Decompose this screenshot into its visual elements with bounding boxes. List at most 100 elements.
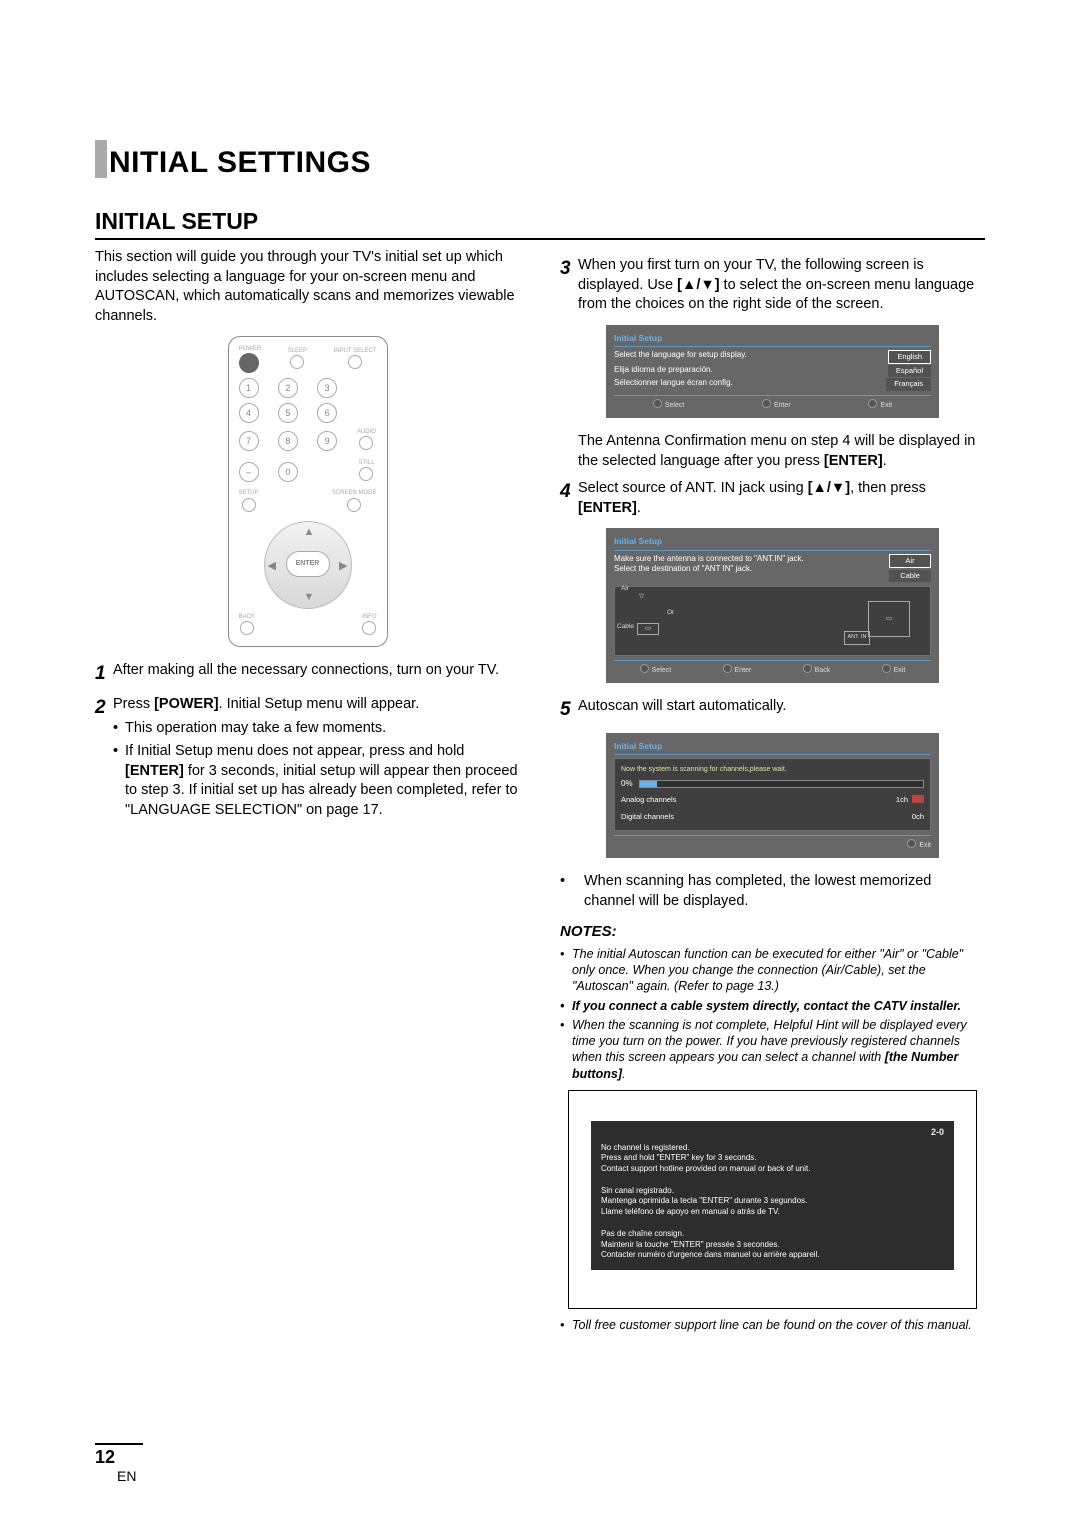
remote-setup-label: SETUP xyxy=(239,489,259,497)
osd-lang-es-label: Elija idioma de preparación. xyxy=(614,365,713,377)
cablebox-icon: ▭ xyxy=(637,623,659,635)
note-2: If you connect a cable system directly, … xyxy=(560,998,985,1014)
remote-key-4: 4 xyxy=(239,403,259,423)
antin-jack: ANT. IN xyxy=(844,631,870,645)
remote-dpad: ▲ ▼ ◀ ▶ ENTER xyxy=(264,521,352,609)
arrow-right-icon: ▶ xyxy=(339,559,347,574)
remote-key-8: 8 xyxy=(278,431,298,451)
hint-es-line2: Mantenga oprimida la tecla "ENTER" duran… xyxy=(601,1196,944,1206)
osd-footer-exit: Exit xyxy=(882,664,906,675)
antenna-icon: ▽ xyxy=(639,593,644,602)
remote-audio-label: AUDIO xyxy=(356,428,376,436)
step-2-body: Press [POWER]. Initial Setup menu will a… xyxy=(113,695,520,824)
remote-back-label: BACK xyxy=(239,613,255,621)
step-3-body: When you first turn on your TV, the foll… xyxy=(578,256,985,315)
hint-en-line2: Press and hold "ENTER" key for 3 seconds… xyxy=(601,1153,944,1163)
osd-footer-enter: Enter xyxy=(723,664,752,675)
osd-ant-air-option: Air xyxy=(889,554,931,568)
osd-scan-pct: 0% xyxy=(621,779,633,790)
title-accent-bar xyxy=(95,140,107,178)
step-5: 5 Autoscan will start automatically. xyxy=(560,697,985,723)
osd-scan-analog-value: 1ch xyxy=(896,795,908,804)
page-number: 12 EN xyxy=(95,1443,143,1484)
notes-heading: NOTES: xyxy=(560,922,985,942)
osd-scan-digital-label: Digital channels xyxy=(621,812,674,822)
osd-lang-fr-option: Français xyxy=(886,378,931,390)
osd-footer-exit: Exit xyxy=(868,399,892,410)
step-4: 4 Select source of ANT. IN jack using [▲… xyxy=(560,479,985,518)
helpful-hint-screenshot: 2-0 No channel is registered. Press and … xyxy=(568,1090,977,1310)
remote-still-label: STILL xyxy=(356,459,376,467)
osd-lang-fr-label: Sélectionner langue écran config. xyxy=(614,378,733,390)
intro-text: This section will guide you through your… xyxy=(95,248,520,326)
left-column: This section will guide you through your… xyxy=(95,248,520,1337)
osd-footer-exit: Exit xyxy=(907,839,931,850)
remote-screenmode-label: SCREEN MODE xyxy=(332,489,377,497)
osd-ant-cable-option: Cable xyxy=(889,570,931,582)
osd-antenna-screenshot: Initial Setup Make sure the antenna is c… xyxy=(606,528,939,683)
hint-en-line1: No channel is registered. xyxy=(601,1143,944,1153)
remote-screenmode-button xyxy=(347,498,361,512)
remote-power-label: POWER xyxy=(239,345,262,353)
remote-key-5: 5 xyxy=(278,403,298,423)
remote-key-3: 3 xyxy=(317,378,337,398)
hint-es-line3: Llame teléfono de apoyo en manual o atrá… xyxy=(601,1207,944,1217)
remote-info-label: INFO xyxy=(362,613,376,621)
remote-input-label: INPUT SELECT xyxy=(334,347,377,355)
step-4-body: Select source of ANT. IN jack using [▲/▼… xyxy=(578,479,985,518)
remote-setup-button xyxy=(242,498,256,512)
remote-audio-button xyxy=(359,436,373,450)
hint-fr-line2: Maintenir la touche "ENTER" pressée 3 se… xyxy=(601,1240,944,1250)
step-number: 1 xyxy=(95,661,113,687)
step-3: 3 When you first turn on your TV, the fo… xyxy=(560,256,985,315)
remote-key-0: 0 xyxy=(278,462,298,482)
remote-key-9: 9 xyxy=(317,431,337,451)
step-number: 3 xyxy=(560,256,578,315)
osd-title: Initial Setup xyxy=(614,333,931,347)
step-number: 4 xyxy=(560,479,578,518)
arrow-left-icon: ◀ xyxy=(268,559,276,574)
step-5-bullet: When scanning has completed, the lowest … xyxy=(560,872,985,911)
remote-key-6: 6 xyxy=(317,403,337,423)
step-2-bullet-2: If Initial Setup menu does not appear, p… xyxy=(113,742,520,820)
osd-lang-en-label: Select the language for setup display. xyxy=(614,350,747,364)
remote-power-button xyxy=(239,353,259,373)
osd-lang-en-option: English xyxy=(888,350,931,364)
remote-key-1: 1 xyxy=(239,378,259,398)
chapter-title: NITIAL SETTINGS xyxy=(95,140,985,180)
osd-lang-es-option: Español xyxy=(888,365,931,377)
right-column: 3 When you first turn on your TV, the fo… xyxy=(560,248,985,1337)
hint-fr-line3: Contacter numéro d'urgence dans manuel o… xyxy=(601,1250,944,1260)
step-3-after: The Antenna Confirmation menu on step 4 … xyxy=(560,432,985,471)
step-number: 2 xyxy=(95,695,113,824)
osd-scan-digital-value: 0ch xyxy=(912,812,924,822)
hint-en-line3: Contact support hotline provided on manu… xyxy=(601,1164,944,1174)
hint-es-line1: Sin canal registrado. xyxy=(601,1186,944,1196)
remote-still-button xyxy=(359,467,373,481)
osd-scan-bar xyxy=(639,780,924,788)
remote-info-button xyxy=(362,621,376,635)
note-4: Toll free customer support line can be f… xyxy=(560,1317,985,1333)
step-5-body: Autoscan will start automatically. xyxy=(578,697,985,723)
remote-sleep-label: SLEEP xyxy=(288,347,307,355)
osd-footer-select: Select xyxy=(640,664,671,675)
step-1-text: After making all the necessary connectio… xyxy=(113,661,520,687)
remote-sleep-button xyxy=(290,355,304,369)
osd-scan-msg: Now the system is scanning for channels,… xyxy=(621,765,924,774)
step-1: 1 After making all the necessary connect… xyxy=(95,661,520,687)
remote-illustration: POWER SLEEP INPUT SELECT 1 2 3 4 5 6 xyxy=(228,336,388,647)
note-1: The initial Autoscan function can be exe… xyxy=(560,946,985,995)
remote-key-7: 7 xyxy=(239,431,259,451)
arrow-up-icon: ▲ xyxy=(304,525,315,540)
osd-title: Initial Setup xyxy=(614,536,931,550)
remote-key-dash: – xyxy=(239,462,259,482)
remote-enter-button: ENTER xyxy=(286,551,330,577)
stop-icon xyxy=(912,795,924,803)
hint-channel: 2-0 xyxy=(931,1127,944,1139)
osd-title: Initial Setup xyxy=(614,741,931,755)
hint-fr-line1: Pas de chaîne consign. xyxy=(601,1229,944,1239)
step-2-bullet-1: This operation may take a few moments. xyxy=(113,719,520,739)
osd-ant-msg2: Select the destination of "ANT IN" jack. xyxy=(614,564,752,573)
step-2: 2 Press [POWER]. Initial Setup menu will… xyxy=(95,695,520,824)
remote-back-button xyxy=(240,621,254,635)
